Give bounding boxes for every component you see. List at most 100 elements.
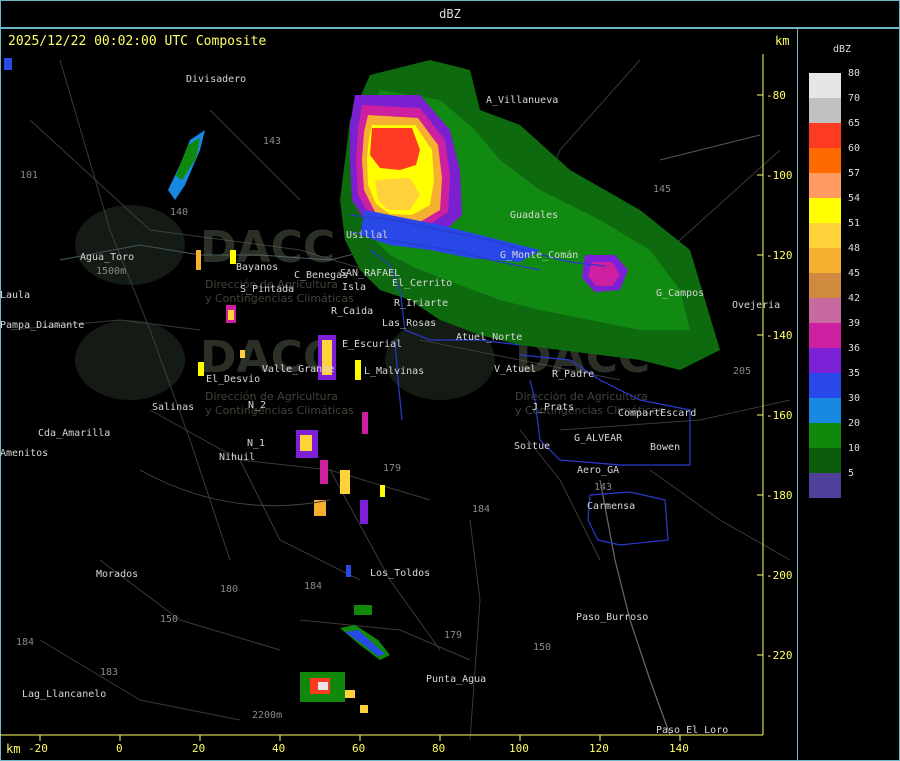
place-label: Los_Toldos — [370, 568, 430, 579]
range-label: 150 — [160, 614, 178, 625]
place-label: Paso_Burroso — [576, 612, 648, 623]
place-label: A_Villanueva — [486, 95, 558, 106]
legend-swatch — [809, 198, 841, 223]
x-tick-label: 120 — [589, 742, 609, 755]
legend-swatch — [809, 398, 841, 423]
range-label: 1500m — [96, 266, 126, 277]
place-label: C_Benegas — [294, 270, 348, 281]
river-desaguadero — [599, 479, 671, 736]
legend-label: 20 — [848, 418, 861, 429]
legend-label: 57 — [848, 168, 861, 179]
range-arc — [659, 134, 761, 161]
place-label: Laula — [0, 290, 30, 301]
legend-label: 10 — [848, 443, 861, 454]
legend-swatch — [809, 148, 841, 173]
place-label: Valle_Grande — [262, 364, 334, 375]
legend-swatch — [809, 73, 841, 98]
legend-swatch — [809, 273, 841, 298]
legend-label: 51 — [848, 218, 861, 229]
legend-swatch — [809, 323, 841, 348]
legend-swatch — [809, 348, 841, 373]
x-tick-label: 80 — [432, 742, 445, 755]
radar-echo-scattered — [4, 58, 390, 713]
place-label: Atuel_Norte — [456, 332, 522, 343]
y-tick-label: -200 — [766, 569, 793, 582]
place-label: Aero_GA — [577, 465, 619, 476]
place-label: Punta_Agua — [426, 674, 486, 685]
legend-swatch — [809, 373, 841, 398]
place-label: Soitue — [514, 441, 550, 452]
y-tick-label: -100 — [766, 169, 793, 182]
place-label: Cda_Amarilla — [38, 428, 110, 439]
legend-label: 70 — [848, 93, 861, 104]
x-tick-label: 140 — [669, 742, 689, 755]
place-label: El_Desvio — [206, 374, 260, 385]
watermark-line2: y Contingencias Climáticas — [205, 404, 354, 417]
range-arc — [139, 469, 331, 507]
range-label: 143 — [263, 136, 281, 147]
place-label: Lag_Llancanelo — [22, 689, 106, 700]
range-label: 180 — [220, 584, 238, 595]
y-tick-label: -120 — [766, 249, 793, 262]
range-label: 183 — [100, 667, 118, 678]
legend-swatch — [809, 298, 841, 323]
place-label: N_2 — [248, 400, 266, 411]
place-label: Agua_Toro — [80, 252, 134, 263]
place-label: E_Escurial — [342, 339, 402, 350]
place-label: G_Campos — [656, 288, 704, 299]
range-label: 101 — [20, 170, 38, 181]
legend-label: 45 — [848, 268, 861, 279]
place-label: V_Atuel — [494, 364, 536, 375]
place-label: Las_Rosas — [382, 318, 436, 329]
legend-swatch — [809, 123, 841, 148]
range-label: 184 — [472, 504, 490, 515]
x-tick-label: 40 — [272, 742, 285, 755]
place-label: G_Monte_Comán — [500, 249, 578, 261]
x-tick-label: -20 — [28, 742, 48, 755]
legend-swatch — [809, 473, 841, 498]
km-label-top: km — [775, 34, 790, 48]
legend-swatch — [809, 98, 841, 123]
place-label: Paso_El_Loro — [656, 725, 728, 736]
place-label: R_Caida — [331, 306, 373, 317]
range-label: 2200m — [252, 710, 282, 721]
place-label: Isla — [342, 282, 366, 293]
place-label: Salinas — [152, 402, 194, 413]
x-tick-label: 100 — [509, 742, 529, 755]
legend-swatch — [809, 223, 841, 248]
legend-label: 36 — [848, 343, 861, 354]
place-label: R_Padre — [552, 369, 594, 380]
place-label: N_1 — [247, 438, 265, 449]
y-tick-label: -180 — [766, 489, 793, 502]
legend-label: 65 — [848, 118, 861, 129]
y-tick-label: -220 — [766, 649, 793, 662]
place-label: CompartEscard — [618, 408, 696, 419]
y-tick-label: -80 — [766, 89, 786, 102]
range-label: 184 — [304, 581, 322, 592]
legend-swatch — [809, 423, 841, 448]
x-tick-label: 0 — [116, 742, 123, 755]
km-label-bottom: km — [6, 742, 21, 756]
range-label: 143 — [594, 482, 612, 493]
x-tick-label: 60 — [352, 742, 365, 755]
y-tick-label: -140 — [766, 329, 793, 342]
range-label: 150 — [533, 642, 551, 653]
radar-map[interactable]: DACC DACC DACC DACC Dirección de Agricul… — [0, 0, 900, 761]
timestamp-header: 2025/12/22 00:02:00 UTC Composite — [8, 34, 267, 49]
place-label: Carmensa — [587, 501, 635, 512]
place-label: Bowen — [650, 442, 680, 453]
y-axis-labels: -80 -100 -120 -140 -160 -180 -200 -220 — [766, 89, 793, 662]
legend-label: 39 — [848, 318, 861, 329]
place-label: Bayanos — [236, 262, 278, 273]
place-label: Nihuil — [219, 452, 255, 463]
x-tick-label: 20 — [192, 742, 205, 755]
legend-swatch — [809, 173, 841, 198]
place-label: Ovejeria — [732, 300, 780, 311]
place-label: Guadales — [510, 210, 558, 221]
legend-label: 35 — [848, 368, 861, 379]
range-label: 179 — [383, 463, 401, 474]
y-tick-label: -160 — [766, 409, 793, 422]
legend-label: 5 — [848, 468, 855, 479]
legend-label: 60 — [848, 143, 861, 154]
legend-label: 48 — [848, 243, 861, 254]
